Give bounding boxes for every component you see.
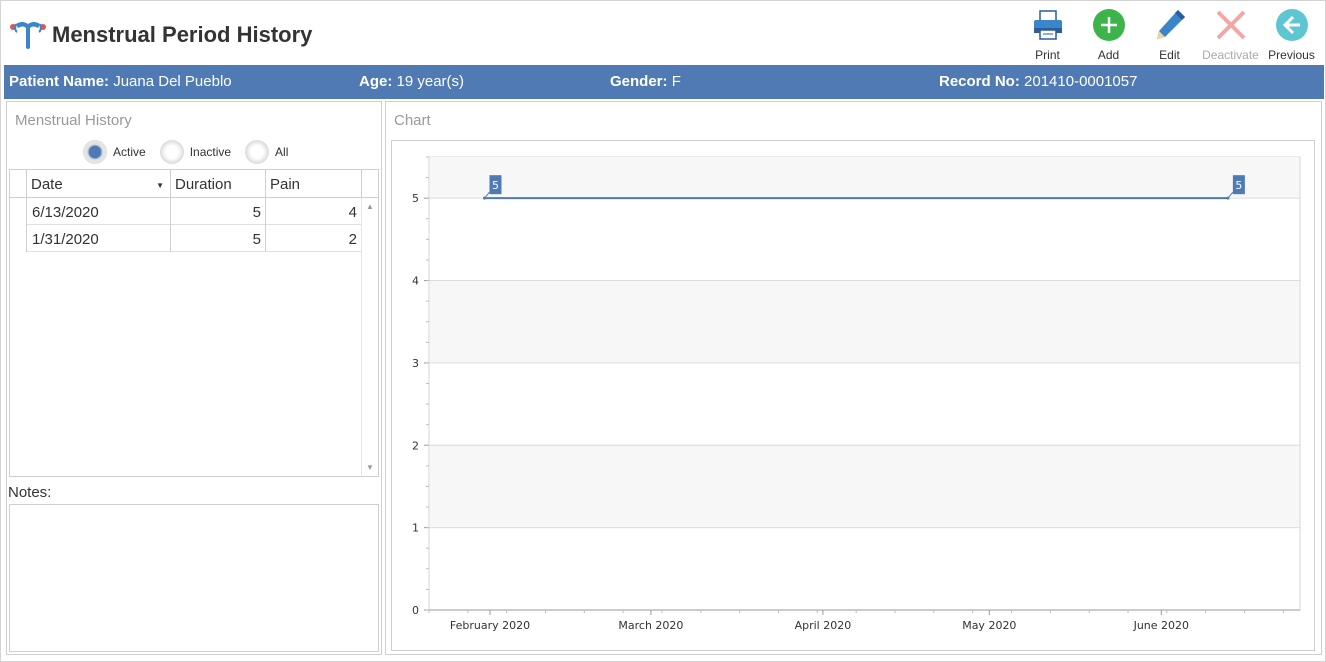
sort-desc-icon: ▼ [156, 181, 164, 190]
filter-active-label: Active [113, 145, 146, 159]
add-label: Add [1097, 48, 1120, 62]
table-header: Date ▼ Duration Pain [10, 170, 378, 198]
pain-cell: 2 [265, 225, 361, 252]
pain-header-label: Pain [270, 176, 301, 193]
x-tick-label: February 2020 [450, 619, 530, 632]
duration-cell: 5 [170, 225, 265, 252]
title-bar: Menstrual Period History Print Add Edit … [4, 4, 1322, 64]
menstrual-history-panel: Menstrual History Active Inactive All Da… [6, 101, 382, 655]
pain-cell: 4 [265, 198, 361, 225]
patient-name-value: Juana Del Pueblo [113, 73, 232, 90]
chart-panel: Chart 0 1 2 3 4 5 February 2020 March 2020 April… [385, 101, 1322, 655]
date-header-label: Date [31, 176, 63, 193]
deactivate-button[interactable]: Deactivate [1200, 4, 1261, 64]
data-label: 5 [492, 179, 499, 192]
previous-label: Previous [1268, 48, 1315, 62]
filter-all-radio[interactable]: All [245, 140, 288, 164]
grid-band [430, 445, 1299, 528]
x-tick-label: April 2020 [795, 619, 852, 632]
toolbar: Print Add Edit Deactivate Previous [1017, 4, 1322, 64]
gender-label: Gender: [610, 73, 668, 90]
data-label: 5 [1235, 179, 1242, 192]
y-tick-label: 4 [412, 275, 419, 288]
table-row[interactable]: 1/31/2020 5 2 [26, 225, 361, 252]
patient-info-bar: Patient Name: Juana Del Pueblo Age: 19 y… [4, 65, 1324, 99]
chart-area: 0 1 2 3 4 5 February 2020 March 2020 April 2020 M… [391, 140, 1315, 651]
edit-button[interactable]: Edit [1139, 4, 1200, 64]
uterus-icon [10, 22, 46, 49]
history-table: Date ▼ Duration Pain 6/13/2020 5 4 1/31/… [9, 169, 379, 477]
duration-header-label: Duration [175, 176, 232, 193]
record-value: 201410-0001057 [1024, 73, 1138, 90]
y-tick-label: 2 [412, 439, 419, 452]
table-scrollbar[interactable]: ▲ ▼ [361, 198, 378, 476]
edit-label: Edit [1159, 48, 1180, 62]
age-value: 19 year(s) [396, 73, 465, 90]
notes-label: Notes: [8, 484, 52, 501]
date-cell: 6/13/2020 [26, 198, 170, 225]
y-tick-label: 1 [412, 522, 419, 535]
y-tick-label: 5 [412, 192, 419, 205]
notes-field[interactable] [9, 504, 379, 652]
filter-inactive-label: Inactive [189, 145, 232, 159]
status-filter: Active Inactive All [83, 140, 302, 164]
print-button[interactable]: Print [1017, 4, 1078, 64]
add-button[interactable]: Add [1078, 4, 1139, 64]
duration-cell: 5 [170, 198, 265, 225]
scroll-up-icon[interactable]: ▲ [366, 202, 374, 211]
radio-unchecked-icon [159, 140, 184, 164]
date-cell: 1/31/2020 [26, 225, 170, 252]
x-tick-label: March 2020 [618, 619, 683, 632]
record-label: Record No: [939, 73, 1020, 90]
grid-band [430, 280, 1299, 363]
filter-inactive-radio[interactable]: Inactive [159, 140, 232, 164]
gender-value: F [671, 73, 681, 90]
line-chart: 0 1 2 3 4 5 February 2020 March 2020 April 2020 M… [412, 156, 1301, 632]
chart-panel-title: Chart [394, 112, 431, 129]
radio-unchecked-icon [245, 140, 270, 164]
page-title: Menstrual Period History [52, 22, 313, 47]
printer-icon [1033, 10, 1062, 40]
x-tick-label: May 2020 [962, 619, 1016, 632]
record-field: Record No: 201410-0001057 [939, 73, 1137, 90]
y-tick-label: 0 [412, 604, 419, 617]
menstrual-history-title: Menstrual History [15, 112, 132, 129]
deactivate-label: Deactivate [1202, 48, 1259, 62]
patient-name-label: Patient Name: [9, 73, 110, 90]
grid-band [430, 157, 1299, 199]
close-icon [1216, 10, 1245, 40]
radio-checked-icon [83, 140, 107, 164]
table-row[interactable]: 6/13/2020 5 4 [26, 198, 361, 225]
print-label: Print [1035, 48, 1060, 62]
column-header-duration[interactable]: Duration [170, 170, 265, 197]
plus-circle-icon [1092, 9, 1125, 41]
pencil-icon [1156, 10, 1185, 39]
gender-field: Gender: F [610, 73, 681, 90]
header-spacer [361, 170, 378, 197]
filter-all-label: All [275, 145, 289, 159]
plot-background [428, 156, 1301, 611]
previous-button[interactable]: Previous [1261, 4, 1322, 64]
column-header-date[interactable]: Date ▼ [26, 170, 170, 197]
column-header-pain[interactable]: Pain [265, 170, 361, 197]
arrow-left-circle-icon [1275, 9, 1308, 41]
age-label: Age: [359, 73, 393, 90]
age-field: Age: 19 year(s) [359, 73, 464, 90]
scroll-down-icon[interactable]: ▼ [366, 463, 374, 472]
x-tick-label: June 2020 [1133, 619, 1189, 632]
y-tick-label: 3 [412, 357, 419, 370]
filter-active-radio[interactable]: Active [83, 140, 146, 164]
patient-name-field: Patient Name: Juana Del Pueblo [9, 73, 232, 90]
